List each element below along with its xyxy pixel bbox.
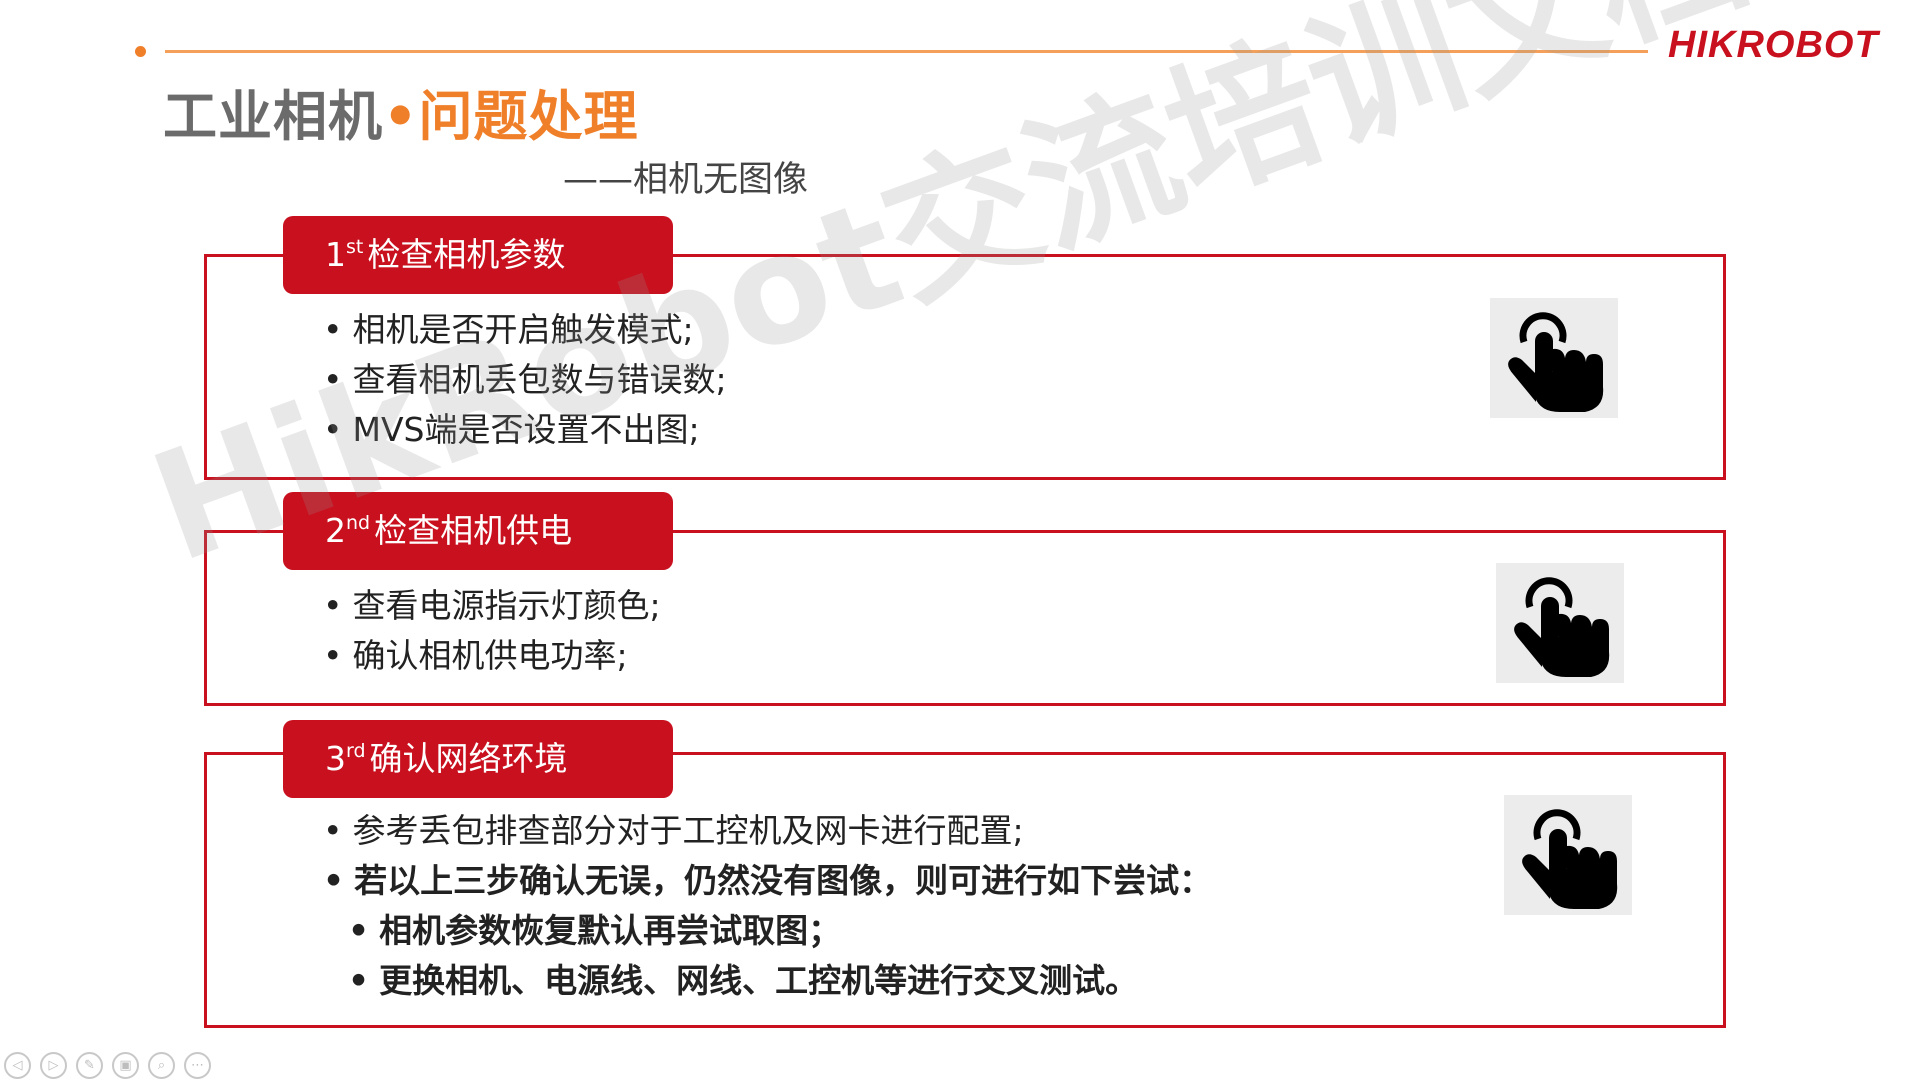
list-item: 查看电源指示灯颜色; [323, 581, 660, 631]
slideshow-controls: ◁ ▷ ✎ ▣ ⌕ ⋯ [4, 1052, 211, 1079]
slide-subtitle: ——相机无图像 [563, 160, 809, 200]
next-slide-button[interactable]: ▷ [40, 1052, 67, 1079]
section-3-bullets: 参考丢包排查部分对于工控机及网卡进行配置; 若以上三步确认无误，仍然没有图像，则… [323, 806, 1212, 1006]
title-right: 问题处理 [418, 85, 639, 148]
section-3-ordinal: rd [346, 740, 366, 762]
section-1-bullets: 相机是否开启触发模式; 查看相机丢包数与错误数; MVS端是否设置不出图; [323, 305, 727, 455]
list-item: 确认相机供电功率; [323, 631, 661, 681]
list-item: 相机是否开启触发模式; [323, 305, 727, 355]
list-item: MVS端是否设置不出图; [323, 405, 727, 455]
section-3-label: 确认网络环境 [369, 739, 568, 778]
zoom-button[interactable]: ⌕ [148, 1052, 175, 1079]
header-rule [165, 50, 1648, 53]
title-left: 工业相机 [163, 85, 383, 148]
list-item: 参考丢包排查部分对于工控机及网卡进行配置; [323, 806, 1212, 856]
section-3-number: 3 [325, 739, 346, 778]
hikrobot-logo: HIKROBOT [1668, 24, 1879, 66]
previous-slide-button[interactable]: ◁ [4, 1052, 31, 1079]
section-2-bullets: 查看电源指示灯颜色; 确认相机供电功率; [323, 581, 661, 681]
section-1-number: 1 [325, 235, 346, 274]
section-1-label: 检查相机参数 [367, 235, 566, 274]
section-3-tab: 3rd 确认网络环境 [283, 720, 673, 798]
list-item: 更换相机、电源线、网线、工控机等进行交叉测试。 [323, 956, 1212, 1006]
pen-tool-button[interactable]: ✎ [76, 1052, 103, 1079]
list-item: 相机参数恢复默认再尝试取图； [323, 906, 1212, 956]
pointing-hand-icon [1490, 298, 1618, 418]
pointing-hand-icon [1504, 795, 1632, 915]
slide-title: 工业相机•问题处理 [163, 72, 639, 151]
section-2-number: 2 [325, 511, 346, 550]
more-options-button[interactable]: ⋯ [184, 1052, 211, 1079]
header-dot [135, 46, 146, 57]
title-separator: • [383, 85, 419, 148]
list-item: 若以上三步确认无误，仍然没有图像，则可进行如下尝试： [323, 856, 1212, 906]
slide-overview-button[interactable]: ▣ [112, 1052, 139, 1079]
section-1-ordinal: st [346, 236, 364, 258]
pointing-hand-icon [1496, 563, 1624, 683]
list-item: 查看相机丢包数与错误数; [323, 355, 726, 405]
section-1-tab: 1st 检查相机参数 [283, 216, 673, 294]
section-2-ordinal: nd [346, 512, 371, 534]
section-2-label: 检查相机供电 [374, 511, 573, 550]
section-2-tab: 2nd 检查相机供电 [283, 492, 673, 570]
